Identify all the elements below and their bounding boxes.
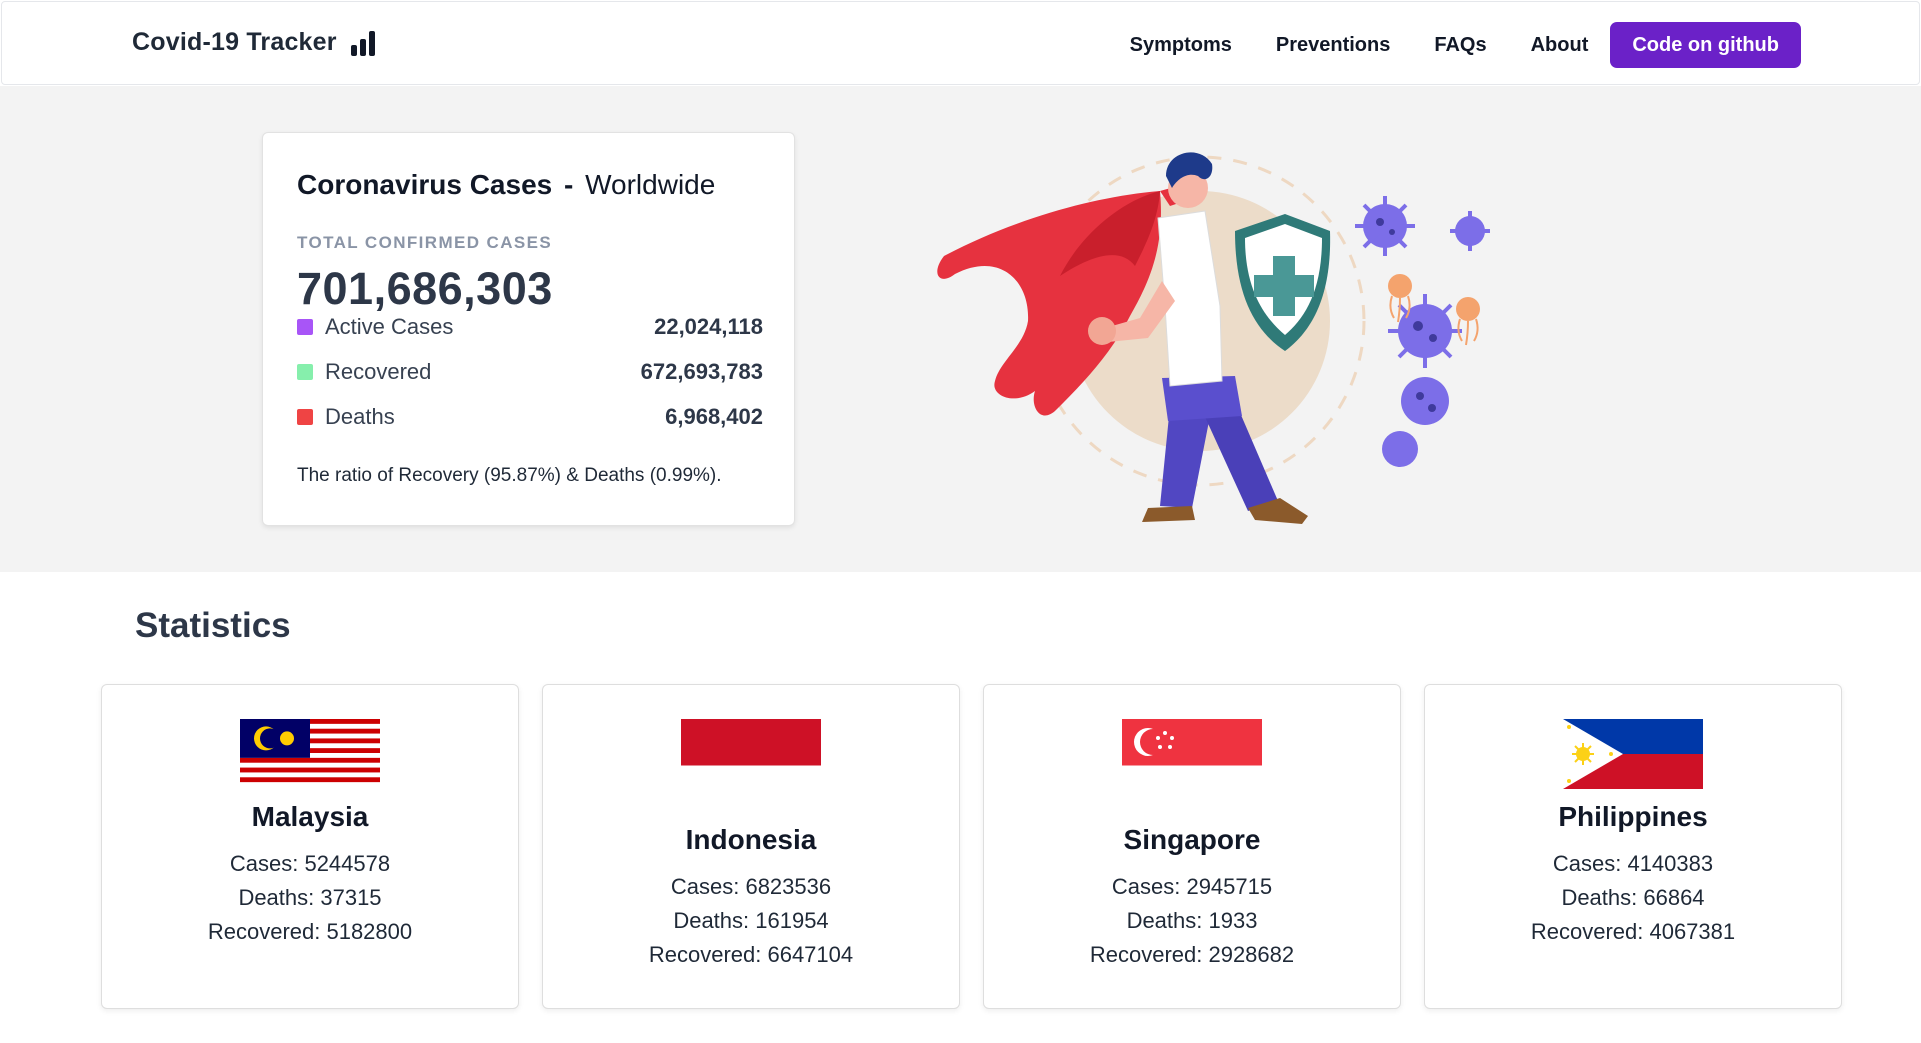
country-card-malaysia: Malaysia Cases: 5244578 Deaths: 37315 Re…: [101, 684, 519, 1009]
country-name: Philippines: [1558, 801, 1708, 832]
country-deaths: Deaths: 1933: [1126, 908, 1258, 933]
deaths-value: 6,968,402: [665, 404, 763, 429]
summary-title-main: Coronavirus Cases: [297, 169, 553, 200]
country-cases: Cases: 5244578: [229, 851, 391, 876]
nav-preventions[interactable]: Preventions: [1276, 34, 1390, 57]
country-name: Singapore: [1123, 824, 1261, 855]
top-navbar: Covid-19 Tracker Symptoms Preventions FA…: [1, 1, 1920, 85]
country-deaths: Deaths: 161954: [673, 908, 829, 933]
recovered-row: Recovered 672,693,783: [297, 356, 763, 388]
deaths-row: Deaths 6,968,402: [297, 401, 763, 433]
recovered-value: 672,693,783: [640, 359, 763, 384]
deaths-label: Deaths: [325, 404, 395, 429]
brand-title: Covid-19 Tracker: [132, 28, 337, 56]
philippines-flag-icon: [1563, 719, 1703, 789]
country-name: Indonesia: [685, 824, 817, 855]
country-cases: Cases: 4140383: [1552, 851, 1714, 876]
country-deaths: Deaths: 37315: [238, 885, 382, 910]
summary-title-separator: -: [564, 169, 574, 200]
nav-faqs[interactable]: FAQs: [1434, 34, 1486, 57]
country-card-indonesia: Indonesia Cases: 6823536 Deaths: 161954 …: [542, 684, 960, 1009]
country-recovered: Recovered: 4067381: [1530, 919, 1736, 944]
recovered-legend-swatch: [297, 364, 313, 380]
total-confirmed-label: TOTAL CONFIRMED CASES: [297, 233, 553, 252]
country-cases: Cases: 6823536: [670, 874, 832, 899]
country-deaths: Deaths: 66864: [1561, 885, 1705, 910]
total-confirmed-value: 701,686,303: [297, 263, 553, 314]
country-name: Malaysia: [251, 801, 369, 832]
malaysia-flag-icon: [240, 719, 380, 787]
country-card-philippines: Philippines Cases: 4140383 Deaths: 66864…: [1424, 684, 1842, 1009]
code-on-github-button[interactable]: Code on github: [1610, 22, 1801, 68]
recovery-death-ratio: The ratio of Recovery (95.87%) & Deaths …: [297, 465, 722, 486]
worldwide-summary-card: Coronavirus Cases - Worldwide TOTAL CONF…: [262, 132, 795, 526]
country-recovered: Recovered: 2928682: [1089, 942, 1295, 967]
active-cases-value: 22,024,118: [654, 314, 763, 339]
nav-menu: Symptoms Preventions FAQs About Code on …: [1086, 22, 1801, 68]
active-cases-row: Active Cases 22,024,118: [297, 311, 763, 343]
country-recovered: Recovered: 6647104: [648, 942, 854, 967]
deaths-legend-swatch: [297, 409, 313, 425]
active-cases-label: Active Cases: [325, 314, 454, 339]
nav-about[interactable]: About: [1531, 34, 1589, 57]
active-legend-swatch: [297, 319, 313, 335]
hero-section: Coronavirus Cases - Worldwide TOTAL CONF…: [0, 86, 1921, 572]
summary-title: Coronavirus Cases - Worldwide: [297, 169, 715, 201]
brand-link[interactable]: Covid-19 Tracker: [132, 28, 375, 57]
indonesia-flag-icon: [681, 719, 821, 812]
country-card-singapore: Singapore Cases: 2945715 Deaths: 1933 Re…: [983, 684, 1401, 1009]
superhero-shield-virus-illustration: [937, 152, 1490, 524]
summary-title-scope: Worldwide: [585, 169, 716, 200]
statistics-heading: Statistics: [135, 606, 291, 645]
country-recovered: Recovered: 5182800: [207, 919, 413, 944]
bar-chart-icon: [350, 30, 375, 56]
recovered-label: Recovered: [325, 359, 432, 384]
nav-symptoms[interactable]: Symptoms: [1130, 34, 1232, 57]
singapore-flag-icon: [1122, 719, 1262, 812]
country-cases: Cases: 2945715: [1111, 874, 1273, 899]
